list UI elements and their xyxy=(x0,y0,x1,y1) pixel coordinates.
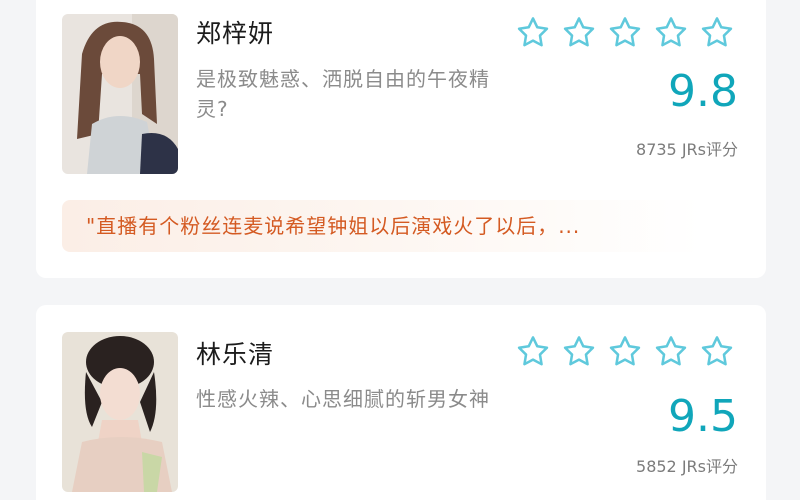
star-icon[interactable] xyxy=(652,333,690,371)
rating-count: 8735 JRs评分 xyxy=(636,140,738,159)
star-icon[interactable] xyxy=(560,333,598,371)
star-icon[interactable] xyxy=(514,333,552,371)
avatar-photo xyxy=(62,332,178,492)
person-description: 是极致魅惑、洒脱自由的午夜精灵? xyxy=(196,67,490,121)
star-icon[interactable] xyxy=(514,14,552,52)
rating-count: 5852 JRs评分 xyxy=(636,457,738,476)
star-icon[interactable] xyxy=(606,14,644,52)
star-rating[interactable] xyxy=(514,14,736,52)
featured-comment[interactable]: "直播有个粉丝连麦说希望钟姐以后演戏火了以后，... xyxy=(62,200,702,252)
score-value: 9.5 xyxy=(668,391,738,442)
person-name: 郑梓妍 xyxy=(196,19,275,48)
avatar[interactable] xyxy=(62,14,178,174)
person-description: 性感火辣、心思细腻的斩男女神 xyxy=(196,387,490,411)
star-icon[interactable] xyxy=(606,333,644,371)
star-icon[interactable] xyxy=(652,14,690,52)
score-value: 9.8 xyxy=(668,66,738,117)
avatar[interactable] xyxy=(62,332,178,492)
star-icon[interactable] xyxy=(698,14,736,52)
avatar-photo xyxy=(62,14,178,174)
rating-card[interactable]: 林乐清 性感火辣、心思细腻的斩男女神 9.5 5852 JRs评分 xyxy=(36,305,766,500)
person-name: 林乐清 xyxy=(196,340,275,369)
star-rating[interactable] xyxy=(514,333,736,371)
rating-card[interactable]: 郑梓妍 是极致魅惑、洒脱自由的午夜精灵? 9.8 8735 JRs评分 "直播有… xyxy=(36,0,766,278)
star-icon[interactable] xyxy=(698,333,736,371)
star-icon[interactable] xyxy=(560,14,598,52)
